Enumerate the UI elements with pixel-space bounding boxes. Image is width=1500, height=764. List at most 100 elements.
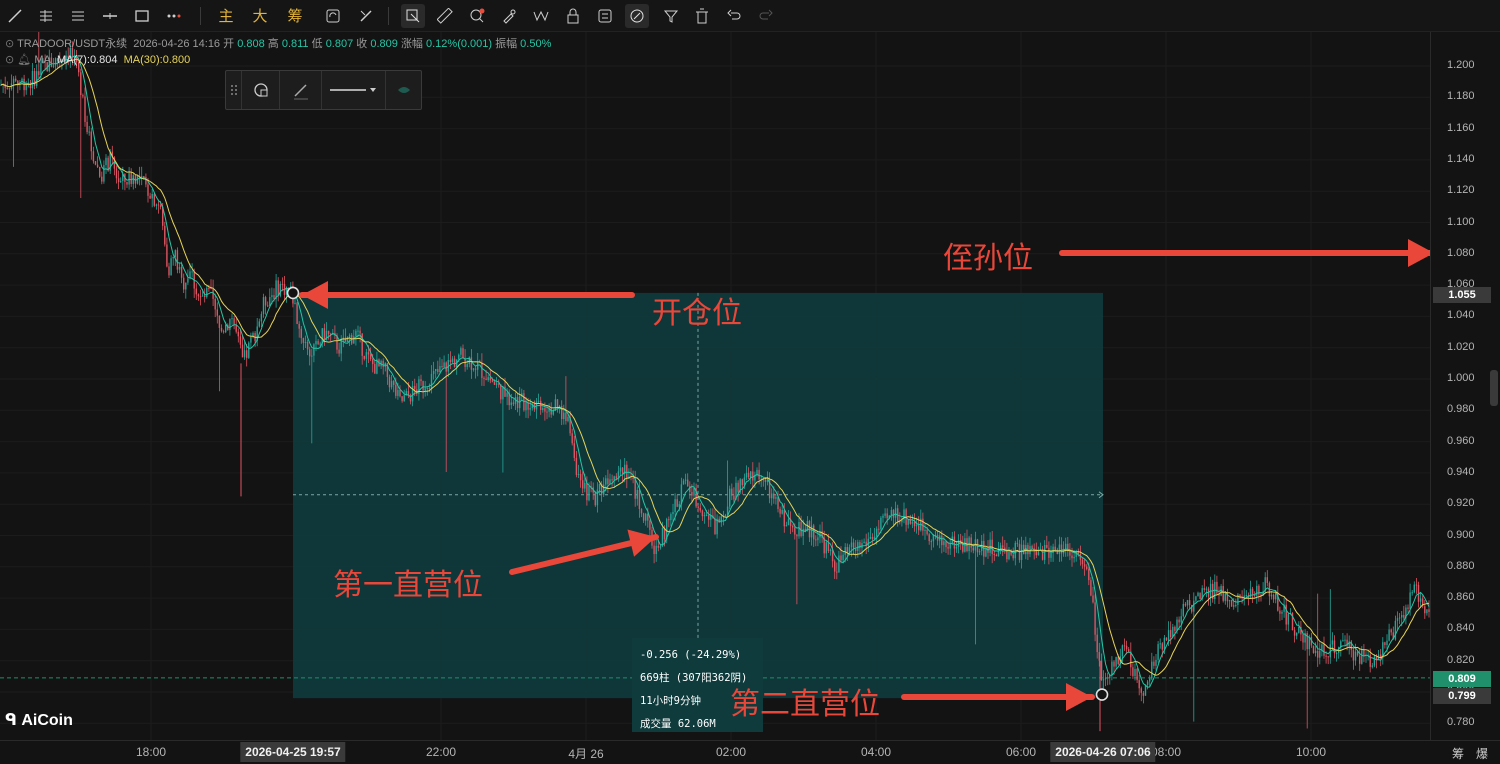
candle-body (115, 168, 118, 179)
candle-body (445, 362, 447, 372)
candle-body (1002, 545, 1004, 548)
candle-body (1254, 595, 1256, 597)
price-tick: 1.080 (1447, 246, 1475, 259)
trash-icon[interactable] (690, 4, 714, 28)
candle-body (317, 341, 319, 345)
candle-body (978, 551, 981, 553)
candle-body (546, 411, 548, 413)
sync-icon[interactable] (321, 4, 345, 28)
close-value: 0.809 (370, 38, 398, 50)
candle-body (1046, 544, 1048, 548)
liquidation-toggle-button[interactable]: 爆 (1476, 745, 1488, 762)
candle-body (243, 350, 246, 358)
pencil-icon[interactable] (280, 71, 322, 109)
candle-body (1233, 605, 1235, 607)
horizontal-lines-icon[interactable] (66, 4, 90, 28)
pattern-icon[interactable] (529, 4, 553, 28)
horizontal-ray-icon[interactable] (98, 4, 122, 28)
candlestick-chart[interactable] (0, 32, 1430, 740)
candle-body (1235, 604, 1237, 606)
candle-body (720, 516, 722, 523)
candle-body (1188, 600, 1191, 606)
candle-body (691, 491, 693, 496)
candle-body (403, 395, 405, 402)
candle-body (120, 180, 122, 183)
candle-body (1081, 559, 1084, 565)
candle-body (199, 296, 202, 298)
chip-distribution-button[interactable]: 筹 (283, 4, 307, 28)
lock-icon[interactable] (561, 4, 585, 28)
drag-handle-icon[interactable] (226, 71, 242, 109)
candle-body (697, 506, 699, 508)
candle-body (176, 250, 179, 270)
bell-icon[interactable]: 🔔︎ (17, 54, 31, 66)
redo-icon[interactable] (754, 4, 778, 28)
candle-body (1251, 588, 1254, 596)
candle-body (279, 283, 281, 296)
main-chart-button[interactable]: 主 (214, 4, 238, 28)
candle-body (705, 514, 708, 516)
candle-body (1125, 645, 1128, 650)
high-label: 高 (267, 38, 279, 50)
candle-body (1396, 618, 1399, 621)
candle-body (1266, 577, 1268, 583)
clone-icon[interactable] (242, 71, 280, 109)
visibility-icon[interactable] (386, 71, 422, 109)
candle-body (357, 330, 359, 332)
large-order-button[interactable]: 大 (248, 4, 272, 28)
candle-body (609, 479, 611, 485)
candle-body (1409, 592, 1411, 609)
candle-body (1230, 599, 1233, 607)
candle-body (682, 480, 685, 485)
rectangle-icon[interactable] (130, 4, 154, 28)
candle-body (703, 515, 706, 517)
candle-body (250, 337, 252, 343)
time-axis[interactable]: 18:00 22:00 4月 26 02:00 04:00 06:00 08:0… (0, 740, 1500, 764)
candle-body (206, 288, 208, 297)
chart-plot-area[interactable] (0, 32, 1430, 740)
line-style-dropdown[interactable] (322, 71, 386, 109)
parallel-lines-icon[interactable] (34, 4, 58, 28)
candle-body (393, 380, 395, 385)
collapse-icon[interactable]: ⊙ (5, 54, 17, 66)
candle-body (611, 479, 613, 481)
candle-body (258, 321, 260, 327)
candle-body (1098, 652, 1100, 661)
more-tools-icon[interactable] (162, 4, 186, 28)
candle-body (781, 510, 783, 514)
candle-body (1373, 656, 1376, 666)
candle-body (262, 297, 265, 314)
candle-body (834, 561, 836, 572)
candle-body (989, 539, 991, 553)
chip-toggle-button[interactable]: 筹 (1452, 745, 1464, 762)
eraser-icon[interactable] (354, 4, 378, 28)
candle-body (1111, 661, 1113, 676)
candle-body (1159, 643, 1161, 645)
candle-body (1138, 680, 1140, 689)
candle-body (848, 547, 851, 553)
candle-body (101, 176, 103, 182)
candle-body (1104, 677, 1107, 680)
candle-body (155, 204, 158, 206)
candle-body (1071, 555, 1073, 559)
candle-body (607, 478, 609, 485)
link-tool-icon[interactable] (625, 4, 649, 28)
candle-body (621, 467, 624, 475)
collapse-icon[interactable]: ⊙ (5, 38, 17, 50)
line-tool-icon[interactable] (3, 4, 27, 28)
magnet-icon[interactable] (497, 4, 521, 28)
ruler-icon[interactable] (433, 4, 457, 28)
candle-body (493, 381, 496, 385)
candle-body (741, 479, 743, 486)
candle-body (733, 495, 735, 500)
filter-icon[interactable] (659, 4, 683, 28)
template-icon[interactable] (593, 4, 617, 28)
undo-icon[interactable] (722, 4, 746, 28)
zoom-icon[interactable] (465, 4, 489, 28)
axis-scroll-handle[interactable] (1490, 370, 1498, 406)
candle-body (344, 337, 347, 342)
measure-tool-icon[interactable] (401, 4, 425, 28)
candle-body (426, 388, 428, 390)
current-price-badge: 0.809 (1433, 671, 1491, 687)
candle-body (1023, 544, 1025, 555)
